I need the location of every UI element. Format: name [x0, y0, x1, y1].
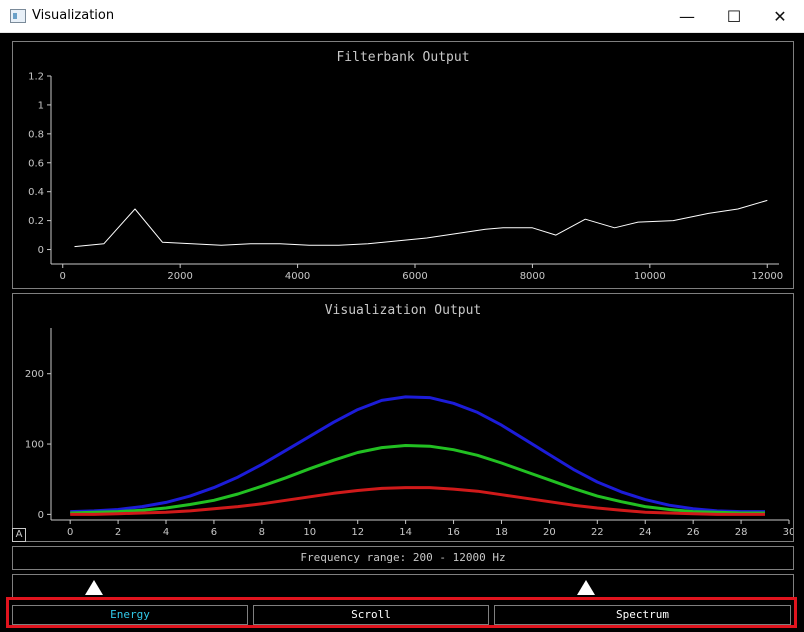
- axes: 0 0.2 0.4 0.6 0.8 1 1.2 0 2000 4000 6000 8000 10000 1…: [28, 72, 783, 283]
- minimize-button[interactable]: —: [664, 0, 710, 32]
- x-tick-label: 6: [211, 527, 217, 538]
- x-tick-label: 10000: [634, 271, 666, 282]
- visualization-chart: 01002000 2 4 6 8 10 12 14 16 18 20 22 24 26 28 30: [25, 328, 793, 538]
- y-tick-label: 0.6: [28, 158, 44, 169]
- title-bar: Visualization — ☐ ✕: [0, 0, 804, 33]
- x-tick-label: 8: [259, 527, 265, 538]
- x-tick-label: 0: [60, 271, 66, 282]
- slider-high-handle[interactable]: [577, 580, 595, 595]
- y-tick-label: 0: [38, 245, 44, 256]
- x-tick-label: 10: [303, 527, 316, 538]
- y-tick-label: 1.2: [28, 72, 44, 83]
- x-tick-label: 28: [735, 527, 748, 538]
- slider-low-handle[interactable]: [85, 580, 103, 595]
- x-tick-label: 0: [67, 527, 73, 538]
- y-tick-label: 200: [25, 369, 44, 380]
- y-tick-label: 1: [38, 100, 44, 111]
- x-tick-label: 12: [351, 527, 364, 538]
- y-tick-label: 0.2: [28, 216, 44, 227]
- app-icon: [10, 9, 26, 23]
- x-tick-label: 22: [591, 527, 604, 538]
- y-tick-label: 0.8: [28, 129, 44, 140]
- x-tick-label: 2000: [167, 271, 192, 282]
- x-tick-label: 4000: [285, 271, 310, 282]
- x-tick-label: 14: [399, 527, 412, 538]
- x-tick-label: 4: [163, 527, 169, 538]
- maximize-button[interactable]: ☐: [711, 0, 757, 32]
- x-tick-label: 20: [543, 527, 556, 538]
- series-line-0: [74, 199, 768, 248]
- tab-scroll[interactable]: Scroll: [253, 605, 489, 625]
- close-button[interactable]: ✕: [757, 0, 803, 32]
- tab-spectrum[interactable]: Spectrum: [494, 605, 791, 625]
- x-tick-label: 8000: [520, 271, 545, 282]
- x-tick-label: 2: [115, 527, 121, 538]
- filterbank-plot[interactable]: Filterbank Output 0 0.2 0.4 0.6 0.8 1 1.2 0 2000…: [12, 41, 794, 289]
- y-tick-label: 0: [38, 510, 44, 521]
- frequency-range-box: Frequency range: 200 - 12000 Hz: [12, 546, 794, 570]
- x-tick-label: 18: [495, 527, 508, 538]
- tab-energy[interactable]: Energy: [12, 605, 248, 625]
- autoscale-button[interactable]: A: [12, 528, 26, 542]
- y-tick-label: 0.4: [28, 187, 44, 198]
- y-tick-label: 100: [25, 440, 44, 451]
- x-tick-label: 12000: [751, 271, 783, 282]
- frequency-range-label: Frequency range: 200 - 12000 Hz: [300, 551, 506, 564]
- filterbank-chart: 0 0.2 0.4 0.6 0.8 1 1.2 0 2000 4000 6000 8000 10000 1…: [28, 72, 783, 283]
- x-tick-label: 6000: [402, 271, 427, 282]
- visualization-plot[interactable]: Visualization Output 0 100 200 0 2 4 6 8 10 12 14 1…: [12, 293, 794, 542]
- x-tick-label: 30: [783, 527, 793, 538]
- x-tick-label: 24: [639, 527, 652, 538]
- x-tick-label: 16: [447, 527, 460, 538]
- window-title: Visualization: [32, 8, 115, 23]
- frequency-range-slider[interactable]: [12, 574, 794, 598]
- series-line-0: [70, 395, 765, 514]
- x-tick-label: 26: [687, 527, 700, 538]
